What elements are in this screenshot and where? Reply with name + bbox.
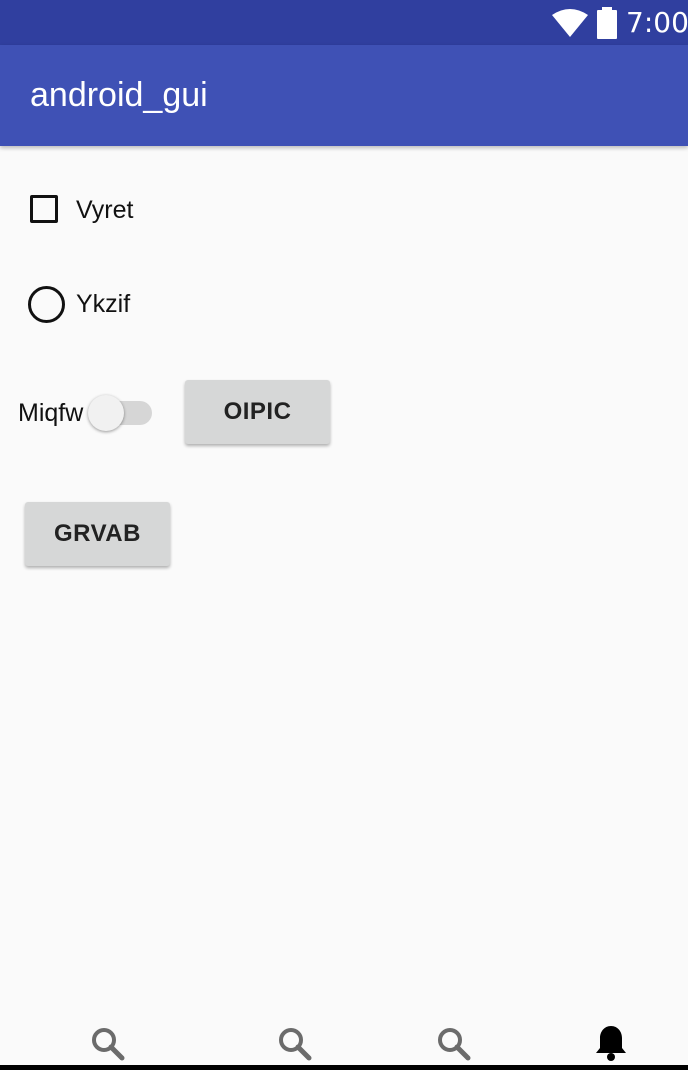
battery-icon — [596, 7, 618, 44]
status-bar: 7:00 — [0, 0, 688, 45]
radio-circle[interactable] — [28, 286, 65, 323]
grvab-button[interactable]: GRVAB — [25, 502, 170, 566]
app-title: android_gui — [30, 76, 208, 114]
search-icon[interactable] — [90, 1026, 126, 1067]
wifi-icon — [552, 9, 588, 42]
switch-thumb[interactable] — [88, 395, 124, 431]
bottom-navigation — [0, 1010, 688, 1065]
app-bar: android_gui — [0, 45, 688, 146]
switch-label: Miqfw — [18, 399, 84, 427]
checkbox-label: Vyret — [76, 196, 134, 224]
radio-label: Ykzif — [76, 290, 131, 318]
oipic-button[interactable]: OIPIC — [185, 380, 330, 444]
status-time: 7:00 — [626, 6, 688, 39]
checkbox-box[interactable] — [30, 195, 58, 223]
bottom-edge — [0, 1065, 688, 1070]
search-icon[interactable] — [436, 1026, 472, 1067]
bell-icon[interactable] — [594, 1024, 628, 1067]
search-icon[interactable] — [277, 1026, 313, 1067]
